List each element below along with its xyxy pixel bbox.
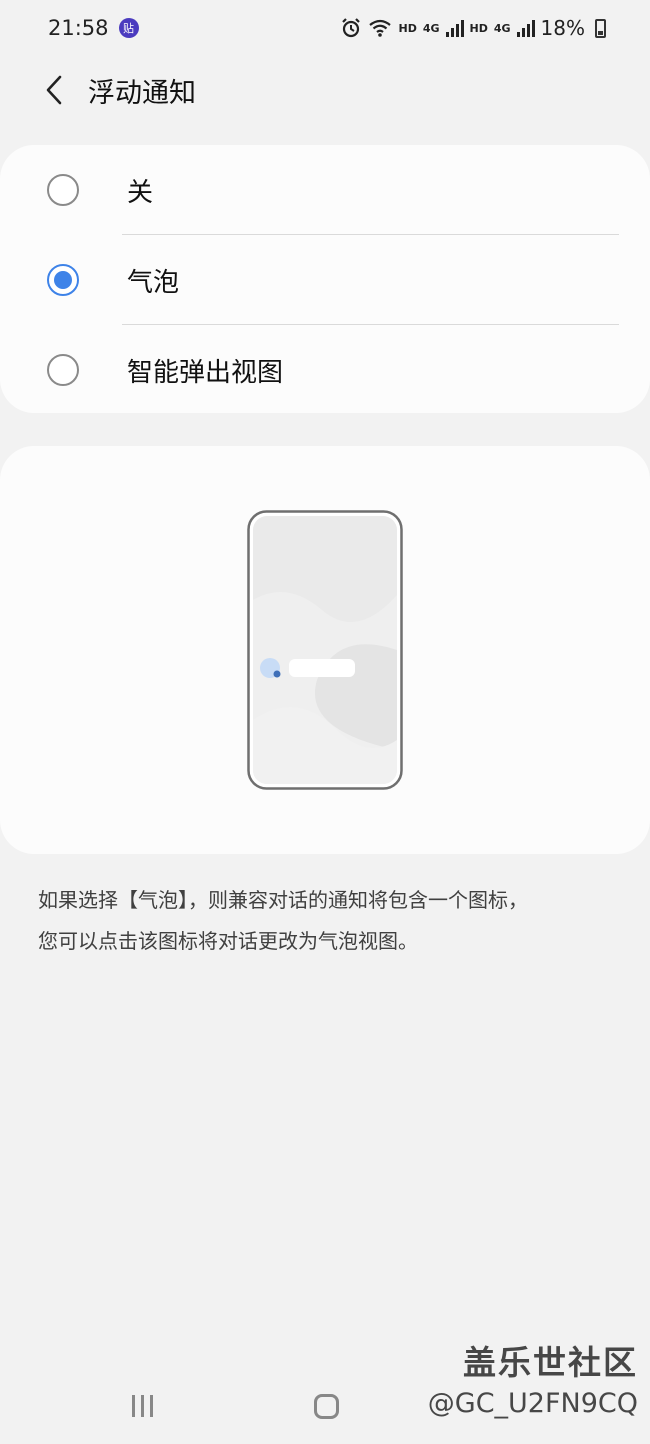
chevron-left-icon: [46, 75, 62, 105]
option-bubble[interactable]: 气泡: [0, 235, 650, 325]
back-button[interactable]: [32, 68, 76, 112]
alarm-icon: [342, 18, 361, 38]
radio-bubble[interactable]: [47, 264, 79, 296]
page-title: 浮动通知: [88, 77, 196, 109]
radio-off[interactable]: [47, 174, 79, 206]
watermark: 盖乐世社区 @GC_U2FN9CQ: [428, 1336, 638, 1419]
status-right: HD 4G HD 4G 18%: [340, 16, 606, 40]
preview-card: [0, 446, 650, 854]
status-left: 21:58 贴: [48, 16, 139, 40]
hd-label-2: HD: [469, 21, 488, 35]
app-notification-icon: 贴: [118, 18, 139, 38]
description-text: 如果选择【气泡】，则兼容对话的通知将包含一个图标， 您可以点击该图标将对话更改为…: [38, 880, 618, 962]
option-smart-popup[interactable]: 智能弹出视图: [0, 325, 650, 413]
wifi-icon: [369, 19, 392, 37]
description-line-2: 您可以点击该图标将对话更改为气泡视图。: [38, 929, 418, 953]
watermark-handle: @GC_U2FN9CQ: [427, 1388, 638, 1419]
network-label-1: 4G: [422, 21, 440, 35]
battery-percent: 18%: [540, 16, 585, 40]
watermark-title: 盖乐世社区: [463, 1343, 638, 1382]
option-smart-popup-label: 智能弹出视图: [127, 357, 284, 388]
network-label-2: 4G: [493, 21, 511, 35]
signal-icon-2: [516, 19, 535, 37]
options-card: 关 气泡 智能弹出视图: [0, 145, 650, 413]
home-button[interactable]: [314, 1394, 339, 1419]
option-off[interactable]: 关: [0, 145, 650, 235]
radio-smart-popup[interactable]: [47, 354, 79, 386]
hd-label-1: HD: [398, 21, 417, 35]
battery-icon: [595, 18, 606, 38]
status-bar: 21:58 贴 HD 4G HD 4G 18%: [0, 0, 650, 56]
status-time: 21:58: [48, 16, 109, 40]
phone-illustration: [247, 510, 403, 790]
option-bubble-label: 气泡: [127, 267, 180, 298]
signal-icon: [445, 19, 464, 37]
option-off-label: 关: [127, 177, 154, 208]
recent-apps-button[interactable]: [132, 1395, 153, 1417]
description-line-1: 如果选择【气泡】，则兼容对话的通知将包含一个图标，: [38, 888, 528, 912]
header: 浮动通知: [0, 58, 650, 122]
